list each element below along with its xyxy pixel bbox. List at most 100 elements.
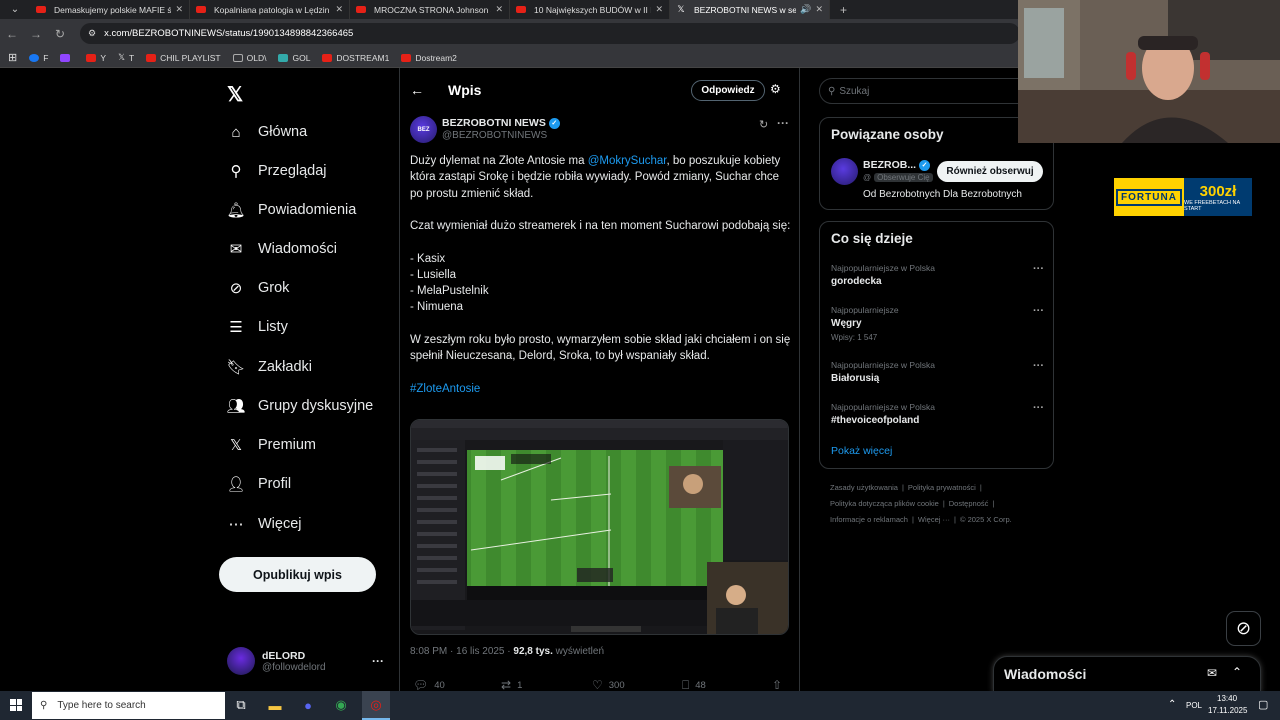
bookmark-6[interactable]: GOL	[278, 53, 310, 63]
nav-more[interactable]: ⋯ Więcej	[227, 513, 302, 535]
grok-explain-icon[interactable]: ↻	[759, 118, 768, 131]
tweet-more-icon[interactable]: ···	[777, 116, 789, 130]
youtube-icon	[356, 6, 366, 13]
bookmark-0[interactable]: F	[29, 53, 48, 63]
nav-bookmarks[interactable]: 🔖︎ Zakładki	[226, 356, 312, 378]
close-tab-icon[interactable]: ✕	[655, 4, 663, 15]
trend-more-icon[interactable]: ···	[1033, 263, 1044, 275]
clock-time[interactable]: 13:40	[1217, 694, 1237, 703]
show-more-link[interactable]: Pokaż więcej	[831, 445, 892, 457]
reply-button[interactable]: Odpowiedz	[691, 80, 765, 101]
page-title: Wpis	[448, 82, 482, 98]
forward-icon[interactable]: →	[24, 27, 48, 41]
nav-home[interactable]: ⌂ Główna	[227, 121, 307, 143]
url-field[interactable]: ⚙ x.com/BEZROBOTNINEWS/status/1990134898…	[80, 23, 1020, 44]
bookmark-3[interactable]: 𝕏T	[118, 52, 134, 63]
account-more-icon[interactable]: ···	[372, 654, 384, 668]
bookmark-8[interactable]: Dostream2	[401, 53, 457, 63]
trend-item[interactable]: Najpopularniejsze w Polska #thevoiceofpol…	[831, 402, 1046, 426]
nav-explore[interactable]: ⚲ Przeglądaj	[227, 160, 327, 182]
nav-grok[interactable]: ⊘ Grok	[227, 277, 290, 299]
chevron-up-icon[interactable]: ⌃	[1232, 665, 1242, 679]
search-icon: ⚲	[40, 700, 48, 711]
reload-icon[interactable]: ↻	[48, 27, 72, 41]
trend-item[interactable]: Najpopularniejsze w Polska Białorusią ···	[831, 360, 1046, 384]
account-switcher[interactable]: dELORD @followdelord	[227, 647, 326, 675]
task-view-icon[interactable]: ⧉	[232, 696, 250, 714]
bookmark-4[interactable]: CHIL PLAYLIST	[146, 53, 221, 63]
post-button[interactable]: Opublikuj wpis	[219, 557, 376, 592]
search-input[interactable]: ⚲ Szukaj	[819, 78, 1039, 104]
bookmark-2[interactable]: Y	[86, 53, 106, 63]
mention-link[interactable]: @MokrySuchar	[588, 155, 667, 167]
bookmark-5[interactable]: OLD\	[232, 53, 266, 63]
footer-link[interactable]: Zasady użytkowania	[830, 483, 898, 492]
site-info-icon[interactable]: ⚙	[88, 28, 96, 39]
tab-list-button[interactable]: ⌄	[0, 0, 30, 19]
share-icon: ⇧	[772, 678, 783, 692]
share-action[interactable]: ⇧	[772, 678, 788, 692]
close-tab-icon[interactable]: ✕	[175, 4, 183, 15]
new-tab-icon[interactable]: +	[840, 3, 847, 17]
bookmark-1[interactable]	[60, 53, 74, 62]
webcam-image	[1018, 0, 1280, 143]
trend-more-icon[interactable]: ···	[1033, 305, 1044, 317]
trend-item[interactable]: Najpopularniejsze Węgry Wpisy: 1 547 ···	[831, 305, 1046, 342]
language-indicator[interactable]: POL	[1186, 701, 1202, 710]
clock-date[interactable]: 17.11.2025	[1208, 706, 1247, 715]
related-name[interactable]: BEZROB... ✓	[863, 159, 931, 171]
speaker-icon[interactable]: 🔊	[800, 4, 811, 15]
webcam-overlay	[1018, 0, 1280, 143]
footer-link[interactable]: Więcej ···	[918, 515, 950, 524]
apps-icon[interactable]: ⊞	[8, 51, 17, 64]
tab-2[interactable]: MROCZNA STRONA Johnson & ✕	[350, 0, 510, 19]
footer-link[interactable]: Polityka prywatności	[908, 483, 976, 492]
taskbar-search[interactable]: ⚲ Type here to search	[32, 692, 225, 719]
nav-premium[interactable]: 𝕏 Premium	[227, 434, 316, 456]
hashtag-link[interactable]: #ZloteAntosie	[410, 383, 480, 395]
footer-link[interactable]: Dostępność	[949, 499, 989, 508]
tab-1[interactable]: Kopalniana patologia w Lędzin ✕	[190, 0, 350, 19]
file-explorer-icon[interactable]: ▬	[266, 696, 284, 714]
like-action[interactable]: ♡ 300	[592, 678, 625, 692]
related-avatar[interactable]	[831, 158, 858, 185]
fortuna-ad[interactable]: FORTUNA 300zł WE FREEBETACH NA START	[1114, 178, 1252, 216]
tweet-author-name[interactable]: BEZROBOTNI NEWS ✓	[442, 117, 560, 129]
back-arrow-icon[interactable]: ←	[410, 82, 424, 98]
nav-notifications[interactable]: 🔔︎ Powiadomienia	[226, 199, 356, 221]
nav-messages[interactable]: ✉ Wiadomości	[227, 238, 337, 260]
repost-action[interactable]: ⇄ 1	[501, 678, 522, 692]
trend-more-icon[interactable]: ···	[1033, 402, 1044, 414]
tweet-image[interactable]	[410, 419, 789, 635]
trend-item[interactable]: Najpopularniejsze w Polska gorodecka ···	[831, 263, 1046, 287]
sliders-icon[interactable]: ⚙	[770, 82, 781, 96]
tab-4-active[interactable]: 𝕏 BEZROBOTNI NEWS w serw 🔊 ✕	[670, 0, 830, 19]
windows-start-icon[interactable]	[10, 699, 22, 711]
obs-icon[interactable]: ◎	[367, 696, 385, 714]
tweet-avatar[interactable]: BEZ	[410, 116, 437, 143]
grok-float-button[interactable]: ⊘	[1226, 611, 1261, 646]
tweet-author-handle[interactable]: @BEZROBOTNINEWS	[442, 130, 547, 141]
footer-link[interactable]: Polityka dotycząca plików cookie	[830, 499, 939, 508]
footer-link[interactable]: Informacje o reklamach	[830, 515, 908, 524]
follow-back-button[interactable]: Również obserwuj	[937, 161, 1043, 182]
nav-lists[interactable]: ☰ Listy	[227, 316, 288, 338]
x-logo-icon[interactable]: 𝕏	[227, 82, 243, 107]
nav-communities[interactable]: 👥︎ Grupy dyskusyjne	[226, 395, 373, 417]
close-tab-icon[interactable]: ✕	[495, 4, 503, 15]
reply-action[interactable]: 💬︎ 40	[413, 678, 445, 692]
tray-chevron-icon[interactable]: ⌃	[1168, 699, 1176, 710]
close-tab-icon[interactable]: ✕	[815, 4, 823, 15]
discord-icon[interactable]: ●	[299, 696, 317, 714]
chrome-icon[interactable]: ◉	[332, 696, 350, 714]
trend-more-icon[interactable]: ···	[1033, 360, 1044, 372]
tab-3[interactable]: 10 Największych BUDÓW w II R ✕	[510, 0, 670, 19]
close-tab-icon[interactable]: ✕	[335, 4, 343, 15]
messages-drawer[interactable]: Wiadomości ✉ ⌃	[993, 656, 1261, 693]
back-icon[interactable]: ←	[0, 27, 24, 41]
notifications-icon[interactable]: ▢	[1258, 698, 1268, 711]
bookmark-7[interactable]: DOSTREAM1	[322, 53, 389, 63]
tab-0[interactable]: Demaskujemy polskie MAFIE śr ✕	[30, 0, 190, 19]
nav-profile[interactable]: 👤︎ Profil	[226, 473, 291, 495]
new-message-icon[interactable]: ✉	[1207, 666, 1217, 680]
